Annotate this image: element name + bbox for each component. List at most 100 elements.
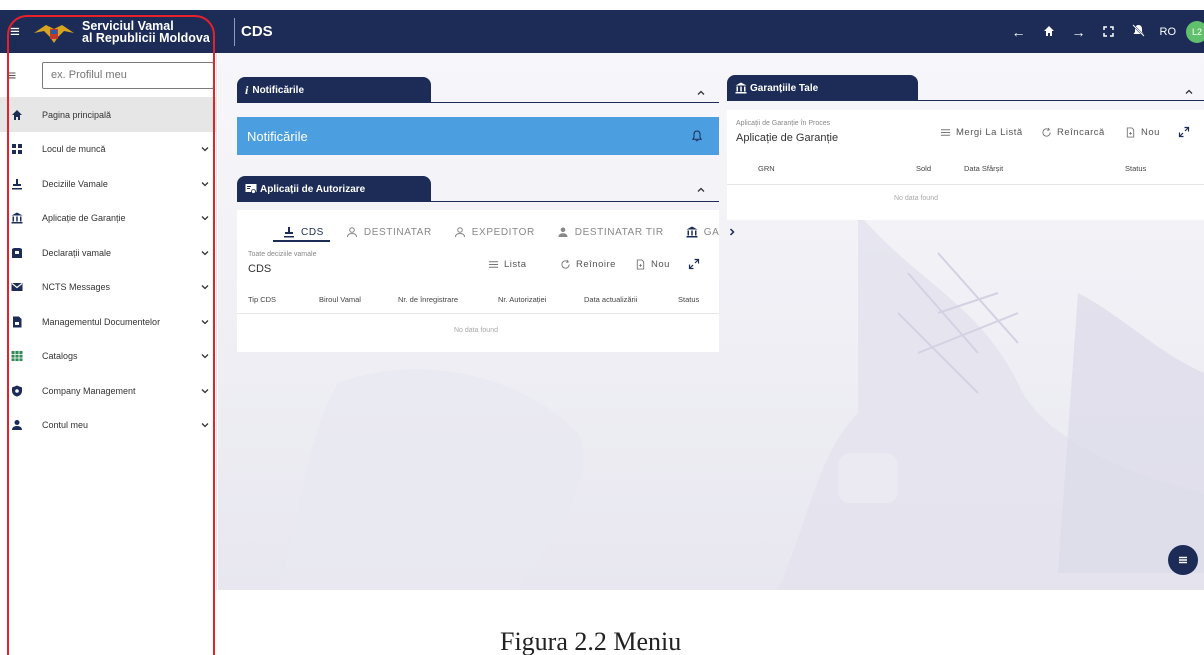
button-label: Reîncarcă (1057, 127, 1105, 138)
sidebar-item-workplace[interactable]: Locul de muncă (0, 132, 216, 167)
collapse-icon[interactable] (696, 182, 706, 192)
chevron-down-icon[interactable] (200, 213, 210, 223)
floating-menu-button[interactable] (1168, 545, 1198, 575)
sidebar-item-label: Pagina principală (42, 109, 112, 120)
tab-label: GA (703, 226, 720, 238)
brand-line-2: al Republicii Moldova (82, 30, 210, 45)
menu-toggle-icon[interactable]: ≡ (0, 22, 30, 42)
go-to-list-button[interactable]: Mergi La Listă (940, 127, 1023, 138)
sidebar-item-my-account[interactable]: Contul meu (0, 408, 216, 443)
user-outline-icon (454, 227, 465, 238)
sidebar-item-ncts-messages[interactable]: NCTS Messages (0, 270, 216, 305)
column-header[interactable]: Sold (916, 164, 931, 173)
button-label: Nou (651, 259, 670, 270)
search-input[interactable] (42, 61, 214, 89)
mail-icon (10, 280, 24, 294)
tab-destinatar[interactable]: DESTINATAR (346, 226, 432, 238)
column-header[interactable]: GRN (758, 164, 775, 173)
sidebar-item-label: Locul de muncă (42, 144, 106, 155)
chevron-right-icon[interactable] (727, 227, 737, 237)
collapse-icon[interactable] (1184, 84, 1194, 94)
column-header[interactable]: Status (678, 295, 699, 304)
info-icon: i (245, 82, 249, 97)
expand-icon[interactable] (1178, 126, 1190, 138)
new-button[interactable]: Nou (1125, 127, 1160, 138)
tab-destinatar-tir[interactable]: DESTINATAR TIR (557, 226, 664, 238)
sidebar-item-home[interactable]: Pagina principală (0, 97, 216, 132)
tab-indicator (273, 240, 330, 242)
forward-arrow-icon[interactable]: → (1068, 24, 1090, 40)
sidebar: ≡ Pagina principală Locul de muncă Deciz… (0, 53, 217, 590)
button-label: Reînoire (576, 259, 616, 270)
back-arrow-icon[interactable]: ← (1008, 24, 1030, 40)
column-header[interactable]: Nr. de înregistrare (398, 295, 458, 304)
chevron-down-icon[interactable] (200, 144, 210, 154)
chevron-down-icon[interactable] (200, 179, 210, 189)
app-title: CDS (241, 23, 273, 40)
new-document-icon (1126, 127, 1135, 138)
column-header[interactable]: Tip CDS (248, 295, 276, 304)
avatar[interactable]: L2 (1186, 20, 1204, 43)
sidebar-item-guarantee-application[interactable]: Aplicație de Garanție (0, 201, 216, 236)
sidebar-item-label: Contul meu (42, 420, 89, 431)
chevron-down-icon[interactable] (200, 420, 210, 430)
language-selector[interactable]: RO (1160, 26, 1177, 38)
guarantees-subtitle: Aplicații de Garanție în Proces (736, 120, 831, 127)
column-header[interactable]: Status (1125, 164, 1146, 173)
tab-cds[interactable]: CDS (283, 226, 324, 238)
collapse-icon[interactable] (696, 85, 706, 95)
sidebar-item-document-management[interactable]: Managementul Documentelor (0, 305, 216, 340)
new-button[interactable]: Nou (635, 259, 670, 270)
menu-icon (1179, 556, 1187, 564)
column-header[interactable]: Data Sfârșit (964, 164, 1003, 173)
button-label: Nou (1141, 127, 1160, 138)
fullscreen-icon[interactable] (1098, 24, 1120, 40)
top-bar-actions: ← → RO L2 (1004, 10, 1204, 53)
expand-icon[interactable] (688, 258, 700, 270)
tab-label: DESTINATAR TIR (574, 226, 664, 238)
tab-expeditor[interactable]: EXPEDITOR (454, 226, 535, 238)
user-icon (558, 227, 568, 237)
bell-icon[interactable] (691, 130, 703, 142)
chevron-down-icon[interactable] (200, 317, 210, 327)
button-label: Mergi La Listă (956, 127, 1023, 138)
renew-button[interactable]: Reînoire (560, 259, 616, 270)
sidebar-collapse-icon[interactable]: ≡ (8, 67, 30, 83)
bank-icon (686, 226, 698, 238)
notifications-bar-label: Notificările (247, 128, 308, 144)
chevron-down-icon[interactable] (200, 248, 210, 258)
chevron-down-icon[interactable] (200, 386, 210, 396)
reload-button[interactable]: Reîncarcă (1041, 127, 1105, 138)
column-header[interactable]: Data actualizării (584, 295, 637, 304)
app-root: ≡ Serviciul Vamal al Republicii Moldova … (0, 0, 1204, 655)
workplace-icon (10, 142, 24, 156)
bank-icon (735, 82, 747, 94)
brand-line-1: Serviciul Vamal (82, 18, 174, 33)
column-header[interactable]: Nr. Autorizației (498, 295, 546, 304)
list-icon (488, 261, 499, 268)
chevron-down-icon[interactable] (200, 351, 210, 361)
sidebar-item-customs-declarations[interactable]: Declarații vamale (0, 236, 216, 271)
user-outline-icon (346, 227, 357, 238)
top-bar: ≡ Serviciul Vamal al Republicii Moldova … (0, 10, 1204, 53)
sidebar-item-company-management[interactable]: Company Management (0, 374, 216, 409)
sidebar-item-label: Company Management (42, 385, 136, 396)
list-button[interactable]: Lista (488, 259, 527, 270)
notifications-bar[interactable]: Notificările (237, 117, 719, 155)
sidebar-item-catalogs[interactable]: Catalogs (0, 339, 216, 374)
sidebar-search-row: ≡ (0, 53, 216, 97)
notifications-off-icon[interactable] (1128, 23, 1150, 40)
coat-of-arms-logo (30, 17, 78, 47)
column-header[interactable]: Biroul Vamal (319, 295, 361, 304)
sidebar-item-label: Managementul Documentelor (42, 316, 161, 327)
sidebar-item-label: Deciziile Vamale (42, 178, 108, 189)
tab-ga[interactable]: GA (686, 226, 720, 238)
figure-caption: Figura 2.2 Meniu (500, 627, 682, 655)
divider (727, 100, 1204, 101)
chevron-down-icon[interactable] (200, 282, 210, 292)
shield-icon (10, 384, 24, 398)
tab-label: DESTINATAR (363, 226, 432, 238)
notifications-title: Notificările (252, 84, 305, 96)
sidebar-item-customs-decisions[interactable]: Deciziile Vamale (0, 167, 216, 202)
home-icon[interactable] (1038, 24, 1060, 40)
